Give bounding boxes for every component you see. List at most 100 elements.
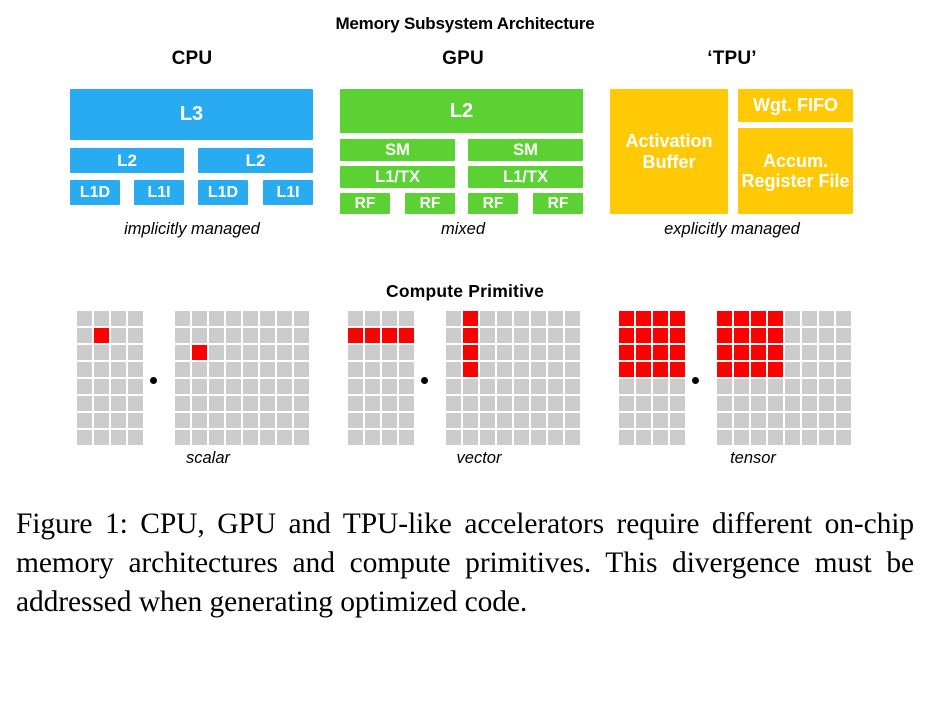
grid-cell	[277, 362, 292, 377]
cpu-block-l1i-1: L1I	[263, 180, 313, 205]
grid-cell	[348, 328, 363, 343]
grid-cell	[548, 345, 563, 360]
grid-cell	[399, 430, 414, 445]
cpu-block-l2-right: L2	[198, 148, 313, 173]
grid-cell	[243, 379, 258, 394]
grid-cell	[751, 345, 766, 360]
grid-cell	[209, 430, 224, 445]
grid-cell	[111, 413, 126, 428]
grid-cell	[819, 430, 834, 445]
gpu-block-rf-2: RF	[468, 193, 518, 214]
grid-cell	[548, 311, 563, 326]
grid-cell	[717, 345, 732, 360]
grid-cell	[836, 311, 851, 326]
grid-cell	[128, 362, 143, 377]
grid-cell	[480, 345, 495, 360]
grid-cell	[497, 362, 512, 377]
grid-cell	[819, 379, 834, 394]
grid-cell	[175, 396, 190, 411]
grid-cell	[751, 413, 766, 428]
grid-cell	[802, 379, 817, 394]
grid-cell	[260, 413, 275, 428]
cpu-block-l1d-0: L1D	[70, 180, 120, 205]
grid-cell	[497, 430, 512, 445]
grid-cell	[480, 430, 495, 445]
grid-cell	[565, 396, 580, 411]
grid-cell	[480, 311, 495, 326]
grid-cell	[209, 362, 224, 377]
gpu-block-rf-3: RF	[533, 193, 583, 214]
grid-cell	[446, 430, 461, 445]
grid-cell	[226, 430, 241, 445]
vector-operand-b-grid	[446, 311, 580, 445]
grid-cell	[619, 311, 634, 326]
grid-cell	[514, 328, 529, 343]
grid-cell	[836, 379, 851, 394]
grid-cell	[785, 396, 800, 411]
grid-cell	[365, 345, 380, 360]
grid-cell	[785, 345, 800, 360]
grid-cell	[768, 362, 783, 377]
grid-cell	[94, 362, 109, 377]
grid-cell	[446, 311, 461, 326]
grid-cell	[192, 362, 207, 377]
compute-primitive-title: Compute Primitive	[385, 281, 544, 301]
column-title-tpu: ‘TPU’	[707, 48, 757, 69]
grid-cell	[192, 345, 207, 360]
grid-cell	[294, 328, 309, 343]
grid-cell	[365, 311, 380, 326]
grid-cell	[670, 413, 685, 428]
grid-cell	[531, 311, 546, 326]
grid-cell	[531, 396, 546, 411]
grid-cell	[243, 413, 258, 428]
scalar-dot-operator	[150, 377, 157, 384]
grid-cell	[819, 413, 834, 428]
grid-cell	[399, 328, 414, 343]
grid-cell	[836, 396, 851, 411]
grid-cell	[463, 328, 478, 343]
grid-cell	[785, 430, 800, 445]
grid-cell	[128, 328, 143, 343]
grid-cell	[128, 311, 143, 326]
grid-cell	[128, 396, 143, 411]
grid-cell	[348, 311, 363, 326]
grid-cell	[365, 362, 380, 377]
grid-cell	[653, 311, 668, 326]
grid-cell	[192, 396, 207, 411]
tpu-block-wgt-fifo: Wgt. FIFO	[738, 89, 853, 122]
grid-cell	[243, 345, 258, 360]
grid-cell	[819, 345, 834, 360]
grid-cell	[192, 413, 207, 428]
grid-cell	[94, 379, 109, 394]
tensor-operand-a-grid	[619, 311, 685, 445]
scalar-operand-b-grid	[175, 311, 309, 445]
grid-cell	[565, 413, 580, 428]
grid-cell	[636, 430, 651, 445]
grid-cell	[565, 345, 580, 360]
grid-cell	[192, 379, 207, 394]
grid-cell	[802, 311, 817, 326]
grid-cell	[819, 328, 834, 343]
cpu-block-l1i-0: L1I	[134, 180, 184, 205]
grid-cell	[77, 362, 92, 377]
grid-cell	[734, 379, 749, 394]
gpu-block-rf-0: RF	[340, 193, 390, 214]
grid-cell	[94, 430, 109, 445]
grid-cell	[636, 413, 651, 428]
grid-cell	[209, 311, 224, 326]
cpu-block-l3: L3	[70, 89, 313, 140]
grid-cell	[497, 396, 512, 411]
grid-cell	[294, 345, 309, 360]
grid-cell	[226, 345, 241, 360]
grid-cell	[399, 362, 414, 377]
grid-cell	[260, 430, 275, 445]
grid-cell	[548, 413, 563, 428]
figure-1: Memory Subsystem Architecture CPU GPU ‘T…	[0, 0, 930, 711]
grid-cell	[463, 396, 478, 411]
grid-cell	[497, 379, 512, 394]
grid-cell	[670, 345, 685, 360]
grid-cell	[836, 413, 851, 428]
grid-cell	[111, 345, 126, 360]
grid-cell	[751, 311, 766, 326]
grid-cell	[111, 362, 126, 377]
